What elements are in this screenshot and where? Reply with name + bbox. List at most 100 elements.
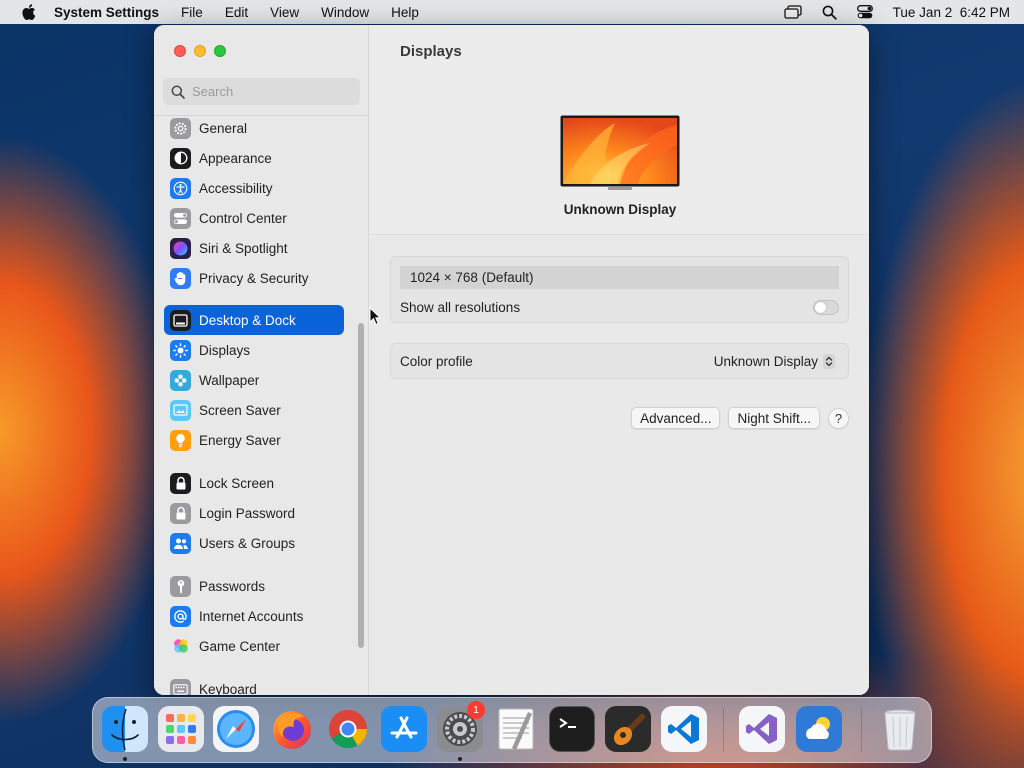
gear-icon [170, 117, 191, 139]
finder-running-indicator [123, 757, 127, 761]
textedit-icon[interactable] [493, 706, 539, 752]
sidebar-item-label: Wallpaper [199, 372, 260, 388]
monitor-icon[interactable] [560, 115, 680, 191]
appearance-icon [170, 147, 191, 169]
sidebar-item-appearance[interactable]: Appearance [164, 143, 344, 173]
sidebar-item-label: Siri & Spotlight [199, 240, 288, 256]
sidebar-item-siri-spotlight[interactable]: Siri & Spotlight [164, 233, 344, 263]
trash-icon[interactable] [877, 706, 923, 752]
lock-icon [170, 472, 191, 494]
at-icon [170, 605, 191, 627]
sidebar: General Appearance Accessibility [154, 25, 369, 695]
help-button[interactable]: ? [828, 407, 849, 429]
sidebar-item-label: Lock Screen [199, 475, 275, 491]
users-icon [170, 532, 191, 554]
menu-app-name[interactable]: System Settings [54, 5, 159, 20]
firefox-icon[interactable] [269, 706, 315, 752]
display-actions: Advanced... Night Shift... ? [631, 407, 849, 429]
search-input[interactable] [192, 84, 352, 99]
safari-icon[interactable] [213, 706, 259, 752]
mouse-cursor-icon [369, 307, 381, 326]
menu-clock[interactable]: Tue Jan 2 6:42 PM [893, 5, 1010, 20]
main-content: Displays Unknown Display 1024 × 768 (Def… [370, 25, 869, 695]
hand-icon [170, 267, 191, 289]
dock-separator [723, 708, 724, 752]
notification-badge: 1 [467, 701, 485, 719]
sidebar-item-energy-saver[interactable]: Energy Saver [164, 425, 344, 455]
window-controls [174, 45, 226, 57]
vscode-icon[interactable] [661, 706, 707, 752]
search-icon [171, 85, 185, 99]
color-profile-select[interactable]: Unknown Display [713, 353, 835, 369]
sidebar-item-label: Internet Accounts [199, 608, 304, 624]
show-all-resolutions-row: Show all resolutions [400, 297, 839, 317]
menu-edit[interactable]: Edit [225, 5, 248, 20]
sidebar-item-internet-accounts[interactable]: Internet Accounts [164, 601, 344, 631]
sidebar-item-login-password[interactable]: Login Password [164, 498, 344, 528]
game-center-icon [170, 636, 191, 657]
sidebar-item-label: Desktop & Dock [199, 312, 296, 328]
sidebar-item-label: Screen Saver [199, 402, 281, 418]
sidebar-item-screen-saver[interactable]: Screen Saver [164, 395, 344, 425]
close-button[interactable] [174, 45, 186, 57]
resolution-panel: 1024 × 768 (Default) Show all resolution… [390, 256, 849, 323]
show-all-resolutions-label: Show all resolutions [400, 299, 521, 315]
sidebar-item-desktop-dock[interactable]: Desktop & Dock [164, 305, 344, 335]
sidebar-item-label: Energy Saver [199, 432, 281, 448]
sidebar-item-lock-screen[interactable]: Lock Screen [164, 468, 344, 498]
sidebar-scrollbar[interactable] [358, 323, 364, 648]
advanced-button[interactable]: Advanced... [631, 407, 721, 429]
garageband-icon[interactable] [605, 706, 651, 752]
zoom-button[interactable] [214, 45, 226, 57]
sidebar-item-label: Accessibility [199, 180, 273, 196]
app-store-icon[interactable] [381, 706, 427, 752]
dock: 1 [92, 697, 932, 763]
menu-help[interactable]: Help [391, 5, 419, 20]
sidebar-item-keyboard[interactable]: Keyboard [164, 674, 344, 695]
sidebar-item-accessibility[interactable]: Accessibility [164, 173, 344, 203]
chrome-icon[interactable] [325, 706, 371, 752]
sidebar-item-passwords[interactable]: Passwords [164, 571, 344, 601]
screen-mirroring-icon[interactable] [784, 5, 802, 19]
siri-icon [170, 237, 191, 259]
menu-file[interactable]: File [181, 5, 203, 20]
color-profile-label: Color profile [400, 353, 473, 369]
sidebar-item-label: Game Center [199, 638, 281, 654]
sidebar-item-label: Control Center [199, 210, 287, 226]
menu-window[interactable]: Window [321, 5, 369, 20]
finder-icon[interactable] [102, 706, 148, 752]
minimize-button[interactable] [194, 45, 206, 57]
display-preview-area: Displays Unknown Display [370, 25, 869, 235]
display-name-label: Unknown Display [563, 202, 677, 217]
dock-separator [861, 708, 862, 752]
sidebar-item-users-groups[interactable]: Users & Groups [164, 528, 344, 558]
sidebar-item-game-center[interactable]: Game Center [164, 631, 344, 661]
launchpad-icon[interactable] [158, 706, 204, 752]
system-settings-window: General Appearance Accessibility [154, 25, 869, 695]
menu-view[interactable]: View [270, 5, 299, 20]
sidebar-item-label: Users & Groups [199, 535, 296, 551]
spotlight-search-icon[interactable] [822, 5, 837, 20]
sidebar-item-control-center[interactable]: Control Center [164, 203, 344, 233]
sidebar-item-displays[interactable]: Displays [164, 335, 344, 365]
search-field[interactable] [163, 78, 360, 105]
apple-icon[interactable] [20, 3, 36, 21]
flower-icon [170, 369, 191, 391]
sidebar-item-label: Login Password [199, 505, 296, 521]
show-all-resolutions-toggle[interactable] [813, 299, 839, 315]
visual-studio-icon[interactable] [739, 706, 785, 752]
weather-icon[interactable] [796, 706, 842, 752]
sidebar-item-general[interactable]: General [164, 113, 344, 143]
resolution-option[interactable]: 1024 × 768 (Default) [400, 266, 839, 289]
padlock-icon [170, 502, 191, 524]
terminal-icon[interactable] [549, 706, 595, 752]
color-profile-value: Unknown Display [713, 353, 818, 369]
key-icon [170, 575, 191, 597]
sidebar-item-wallpaper[interactable]: Wallpaper [164, 365, 344, 395]
sidebar-item-privacy-security[interactable]: Privacy & Security [164, 263, 344, 293]
color-profile-panel: Color profile Unknown Display [390, 343, 849, 379]
control-center-icon[interactable] [856, 5, 873, 19]
night-shift-button[interactable]: Night Shift... [728, 407, 820, 429]
sidebar-item-label: Passwords [199, 578, 266, 594]
screen-saver-icon [170, 399, 191, 421]
